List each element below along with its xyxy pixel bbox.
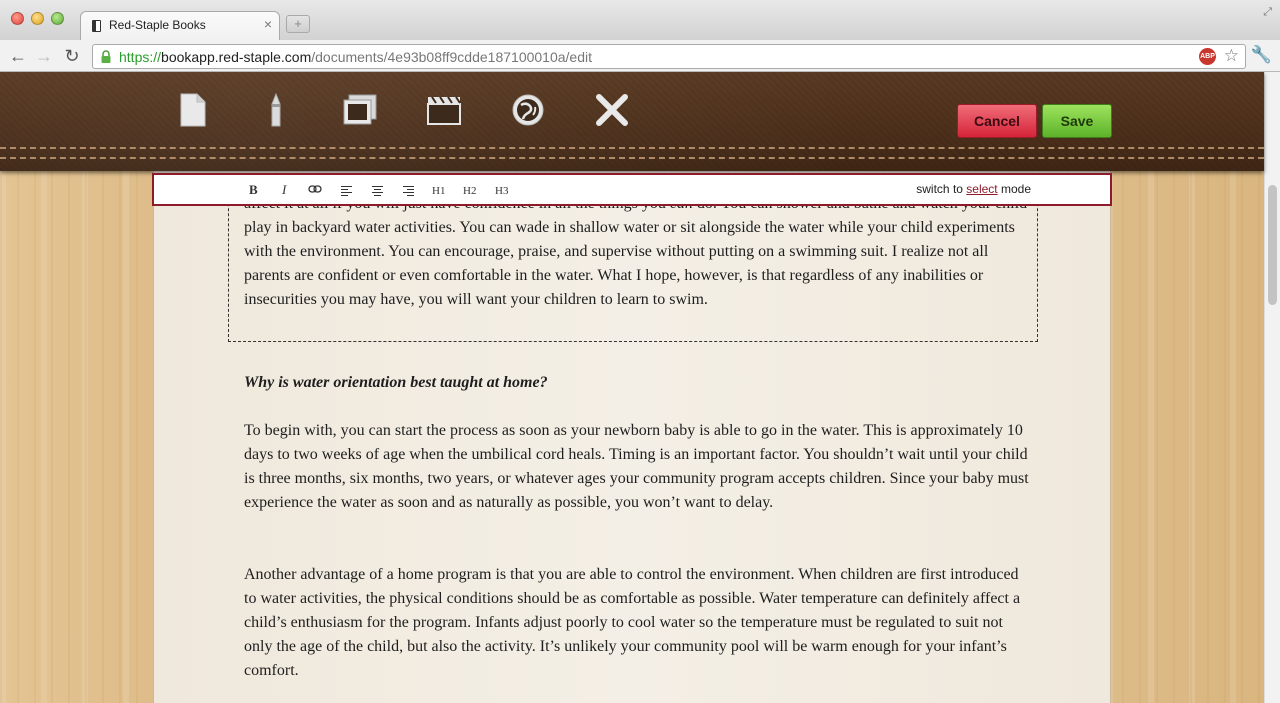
paragraph-timing[interactable]: To begin with, you can start the process… <box>244 419 1034 515</box>
align-right-icon[interactable] <box>403 186 414 197</box>
paragraph-swimming-confidence[interactable]: affect it at all if you will just have c… <box>244 192 1034 312</box>
browser-toolbar: ← → ↻ https://bookapp.red-staple.com/doc… <box>0 40 1280 72</box>
select-mode-link[interactable]: select <box>966 182 997 196</box>
close-window-button[interactable] <box>11 12 24 25</box>
stitch-line <box>0 157 1264 159</box>
italic-button[interactable]: I <box>282 182 286 198</box>
scrollbar-thumb[interactable] <box>1268 185 1277 305</box>
forward-icon[interactable]: → <box>32 44 56 68</box>
mode-switch: switch to select mode <box>916 182 1031 196</box>
mode-switch-suffix: mode <box>997 182 1031 196</box>
align-center-icon[interactable] <box>372 186 383 197</box>
align-left-icon[interactable] <box>341 186 352 197</box>
new-tab-button[interactable]: + <box>286 15 310 33</box>
editor-toolbar: Cancel Save <box>0 72 1264 171</box>
link-icon[interactable] <box>308 184 322 194</box>
address-bar[interactable]: https://bookapp.red-staple.com/documents… <box>92 44 1246 69</box>
back-icon[interactable]: ← <box>6 44 30 68</box>
reload-icon[interactable]: ↻ <box>60 44 84 68</box>
minimize-window-button[interactable] <box>31 12 44 25</box>
paragraph-environment[interactable]: Another advantage of a home program is t… <box>244 563 1034 683</box>
stitch-line <box>0 147 1264 149</box>
fullscreen-icon[interactable]: ⤢ <box>1263 6 1272 19</box>
bold-button[interactable]: B <box>249 182 258 198</box>
lock-icon <box>101 50 111 63</box>
clapperboard-icon[interactable] <box>424 90 464 130</box>
close-icon[interactable] <box>592 90 632 130</box>
page-scrollbar[interactable] <box>1264 72 1280 703</box>
globe-icon[interactable] <box>508 90 548 130</box>
page-icon[interactable] <box>172 90 212 130</box>
pen-icon[interactable] <box>256 90 296 130</box>
zoom-window-button[interactable] <box>51 12 64 25</box>
bookmark-star-icon[interactable]: ☆ <box>1224 46 1239 66</box>
section-heading[interactable]: Why is water orientation best taught at … <box>244 371 1034 395</box>
url-host: bookapp.red-staple.com <box>161 49 312 65</box>
adblock-icon[interactable]: ABP <box>1199 48 1216 65</box>
save-button[interactable]: Save <box>1042 104 1112 138</box>
heading3-button[interactable]: H3 <box>495 185 508 197</box>
url-scheme: https:// <box>119 49 162 65</box>
book-favicon-icon <box>92 20 101 32</box>
format-toolbar: B I H1 H2 H3 switch to select mode <box>152 173 1112 206</box>
cancel-button[interactable]: Cancel <box>957 104 1037 138</box>
browser-titlebar: Red-Staple Books × + ⤢ <box>0 0 1280 40</box>
url-path: /documents/4e93b08ff9cdde187100010a/edit <box>311 49 592 65</box>
image-frame-icon[interactable] <box>340 90 380 130</box>
tab-title: Red-Staple Books <box>109 18 206 32</box>
wrench-menu-icon[interactable]: 🔧 <box>1251 45 1272 65</box>
url-text: https://bookapp.red-staple.com/documents… <box>119 49 592 65</box>
mode-switch-prefix: switch to <box>916 182 967 196</box>
app-viewport: affect it at all if you will just have c… <box>0 72 1280 703</box>
heading1-button[interactable]: H1 <box>432 185 445 197</box>
tab-close-icon[interactable]: × <box>264 16 272 32</box>
browser-tab[interactable]: Red-Staple Books × <box>80 11 280 40</box>
heading2-button[interactable]: H2 <box>463 185 476 197</box>
